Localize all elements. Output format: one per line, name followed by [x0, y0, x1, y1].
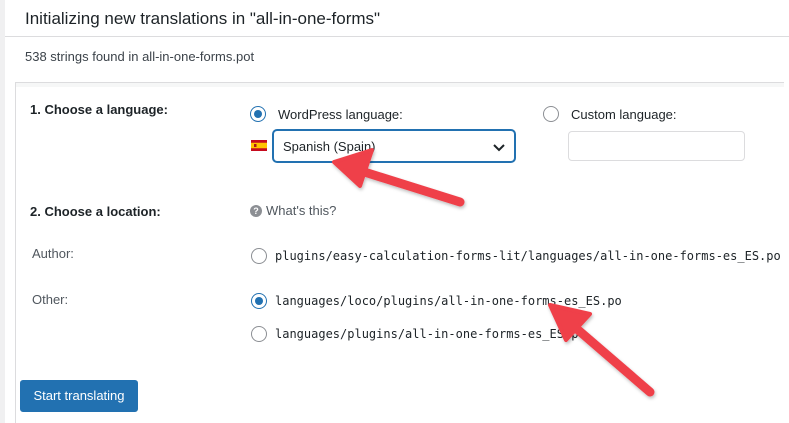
choose-location-label: 2. Choose a location:: [30, 204, 161, 219]
other-location-radio-1[interactable]: [251, 293, 267, 309]
selected-language-value: Spanish (Spain): [283, 139, 376, 154]
help-icon[interactable]: ?: [250, 205, 262, 217]
whats-this-link[interactable]: What's this?: [266, 203, 336, 218]
wordpress-language-label[interactable]: WordPress language:: [278, 107, 403, 122]
custom-language-label[interactable]: Custom language:: [571, 107, 677, 122]
other-label: Other:: [32, 292, 69, 307]
custom-language-input[interactable]: [568, 131, 745, 161]
spain-flag-icon: [251, 140, 267, 151]
start-translating-button[interactable]: Start translating: [20, 380, 138, 412]
chevron-down-icon: [493, 144, 505, 152]
page-title: Initializing new translations in "all-in…: [25, 9, 381, 28]
other-location-radio-2[interactable]: [251, 326, 267, 342]
other-location-path-2[interactable]: languages/plugins/all-in-one-forms-es_ES…: [275, 327, 586, 341]
custom-language-radio[interactable]: [543, 106, 559, 122]
author-location-radio[interactable]: [251, 248, 267, 264]
choose-language-label: 1. Choose a language:: [30, 102, 168, 117]
divider: [5, 36, 789, 37]
wordpress-language-select[interactable]: Spanish (Spain): [273, 130, 515, 162]
strings-summary: 538 strings found in all-in-one-forms.po…: [25, 49, 255, 64]
author-location-path[interactable]: plugins/easy-calculation-forms-lit/langu…: [275, 249, 781, 263]
other-location-path-1[interactable]: languages/loco/plugins/all-in-one-forms-…: [275, 294, 622, 308]
wordpress-language-radio[interactable]: [250, 106, 266, 122]
author-label: Author:: [32, 246, 74, 261]
